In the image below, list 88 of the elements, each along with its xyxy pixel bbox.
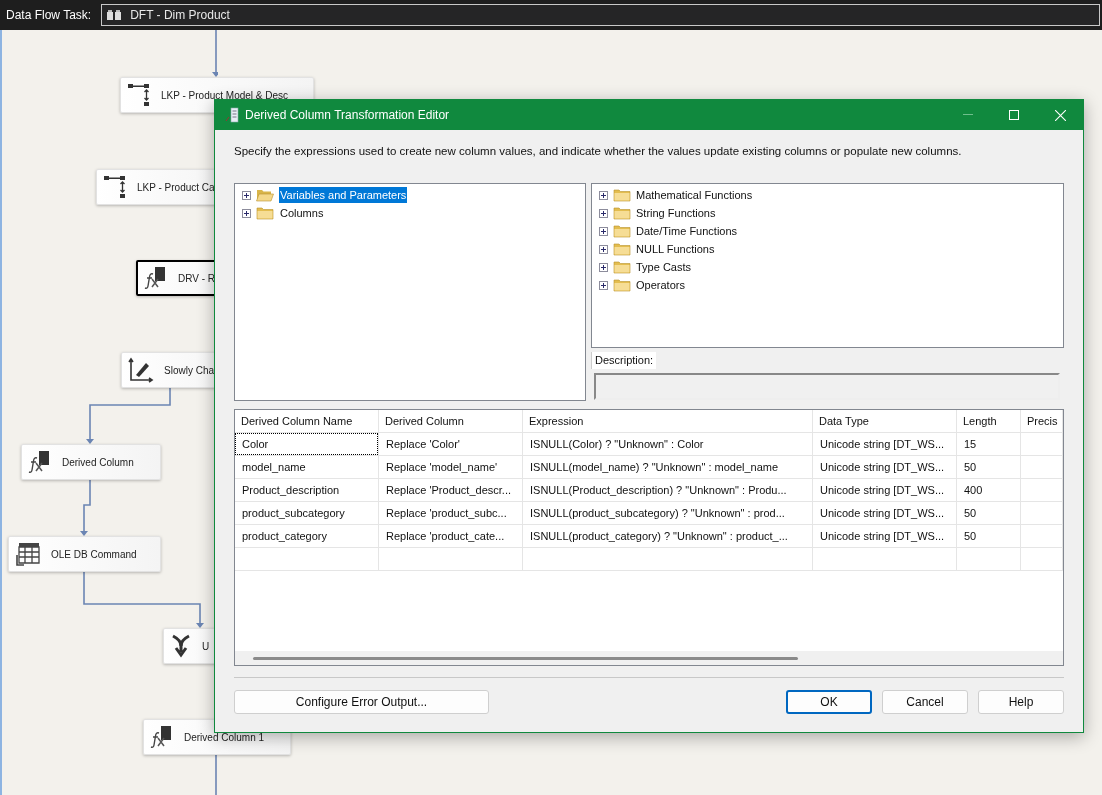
table-cell[interactable]: 50 bbox=[957, 525, 1020, 547]
expand-icon[interactable] bbox=[242, 190, 251, 200]
column-header[interactable]: Length bbox=[957, 410, 1021, 432]
lookup-icon bbox=[127, 82, 151, 108]
tree-item[interactable]: String Functions bbox=[636, 204, 716, 222]
expand-icon[interactable] bbox=[599, 262, 608, 272]
column-header[interactable]: Precis bbox=[1021, 410, 1063, 432]
task-name: DFT - Dim Product bbox=[130, 7, 230, 24]
table-cell[interactable]: Unicode string [DT_WS... bbox=[813, 456, 956, 478]
folder-icon bbox=[613, 206, 631, 220]
folder-icon bbox=[613, 278, 631, 292]
task-label: Data Flow Task: bbox=[6, 7, 92, 24]
node-label: U bbox=[202, 639, 210, 654]
table-cell[interactable]: Unicode string [DT_WS... bbox=[813, 502, 956, 524]
close-icon bbox=[1054, 109, 1066, 121]
column-header[interactable]: Expression bbox=[523, 410, 813, 432]
tree-item[interactable]: Columns bbox=[279, 204, 325, 222]
table-cell[interactable]: Unicode string [DT_WS... bbox=[813, 479, 956, 501]
column-header[interactable]: Data Type bbox=[813, 410, 957, 432]
dialog-button[interactable]: Configure Error Output... bbox=[234, 690, 489, 714]
instructions-text: Specify the expressions used to create new column values, and indicate whether the values update existing columns or populate new columns. bbox=[234, 144, 963, 159]
derived-column-icon bbox=[225, 107, 239, 123]
table-cell[interactable]: product_category bbox=[235, 525, 378, 547]
open-folder-icon bbox=[256, 188, 274, 202]
expand-icon[interactable] bbox=[599, 226, 608, 236]
tree-item[interactable]: Type Casts bbox=[636, 258, 692, 276]
folder-icon bbox=[613, 242, 631, 256]
description-label: Description: bbox=[591, 352, 657, 369]
dialog-button[interactable]: Cancel bbox=[882, 690, 968, 714]
table-cell[interactable]: Unicode string [DT_WS... bbox=[813, 433, 956, 455]
column-header[interactable]: Derived Column Name bbox=[235, 410, 379, 432]
expand-icon[interactable] bbox=[599, 280, 608, 290]
table-cell[interactable]: ISNULL(product_category) ? "Unknown" : product_... bbox=[523, 525, 812, 547]
chart-pencil-icon bbox=[128, 357, 154, 383]
minimize-icon bbox=[963, 114, 973, 116]
tree-item[interactable]: Operators bbox=[636, 276, 685, 294]
folder-icon bbox=[613, 224, 631, 238]
task-selector[interactable]: DFT - Dim Product bbox=[101, 4, 1100, 26]
fx-icon bbox=[144, 266, 168, 290]
folder-icon bbox=[256, 206, 274, 220]
table-cell[interactable]: ISNULL(model_name) ? "Unknown" : model_name bbox=[523, 456, 812, 478]
column-header[interactable]: Derived Column bbox=[379, 410, 523, 432]
table-cell[interactable]: 400 bbox=[957, 479, 1020, 501]
table-cell[interactable]: ISNULL(product_subcategory) ? "Unknown" : prod... bbox=[523, 502, 812, 524]
table-cell[interactable]: Replace 'Color' bbox=[379, 433, 522, 455]
tree-item[interactable]: Date/Time Functions bbox=[636, 222, 738, 240]
dialog-button[interactable]: Help bbox=[978, 690, 1064, 714]
merge-arrow-icon bbox=[170, 634, 192, 658]
scrollbar-thumb[interactable] bbox=[253, 656, 798, 660]
table-cell[interactable]: ISNULL(Product_description) ? "Unknown" : Produ... bbox=[523, 479, 812, 501]
window-title: Derived Column Transformation Editor bbox=[245, 107, 450, 124]
fx-icon bbox=[150, 725, 174, 749]
maximize-icon bbox=[1009, 110, 1019, 120]
tree-item[interactable]: Variables and Parameters bbox=[279, 186, 408, 204]
horizontal-scrollbar[interactable] bbox=[235, 651, 1063, 665]
folder-icon bbox=[613, 260, 631, 274]
table-cell[interactable]: 50 bbox=[957, 502, 1020, 524]
table-cell[interactable]: Replace 'product_subc... bbox=[379, 502, 522, 524]
dialog-button[interactable]: OK bbox=[786, 690, 872, 714]
table-cell[interactable]: product_subcategory bbox=[235, 502, 378, 524]
table-cell[interactable]: Product_description bbox=[235, 479, 378, 501]
expand-icon[interactable] bbox=[599, 244, 608, 254]
expand-icon[interactable] bbox=[599, 208, 608, 218]
lookup-icon bbox=[103, 174, 127, 200]
expand-icon[interactable] bbox=[599, 190, 608, 200]
package-icon bbox=[106, 9, 123, 21]
expand-icon[interactable] bbox=[242, 208, 251, 218]
node-label: Derived Column 1 bbox=[184, 730, 265, 745]
node-label: OLE DB Command bbox=[51, 547, 137, 562]
tree-item[interactable]: NULL Functions bbox=[636, 240, 715, 258]
node-label: Slowly Cha bbox=[164, 363, 215, 378]
table-cell[interactable]: ISNULL(Color) ? "Unknown" : Color bbox=[523, 433, 812, 455]
fx-icon bbox=[28, 450, 52, 474]
table-cell[interactable]: model_name bbox=[235, 456, 378, 478]
table-cell[interactable]: Replace 'model_name' bbox=[379, 456, 522, 478]
folder-icon bbox=[613, 188, 631, 202]
table-cell[interactable]: 15 bbox=[957, 433, 1020, 455]
tree-item[interactable]: Mathematical Functions bbox=[636, 186, 753, 204]
table-cell[interactable]: Unicode string [DT_WS... bbox=[813, 525, 956, 547]
node-label: Derived Column bbox=[62, 455, 134, 470]
table-cell[interactable]: Color bbox=[235, 433, 378, 455]
table-icon bbox=[15, 541, 41, 567]
table-cell[interactable]: 50 bbox=[957, 456, 1020, 478]
node-label: DRV - R bbox=[178, 271, 216, 286]
node-label: LKP - Product Ca bbox=[137, 180, 215, 195]
table-cell[interactable]: Replace 'Product_descr... bbox=[379, 479, 522, 501]
node-label: LKP - Product Model & Desc bbox=[161, 88, 289, 103]
table-cell[interactable]: Replace 'product_cate... bbox=[379, 525, 522, 547]
